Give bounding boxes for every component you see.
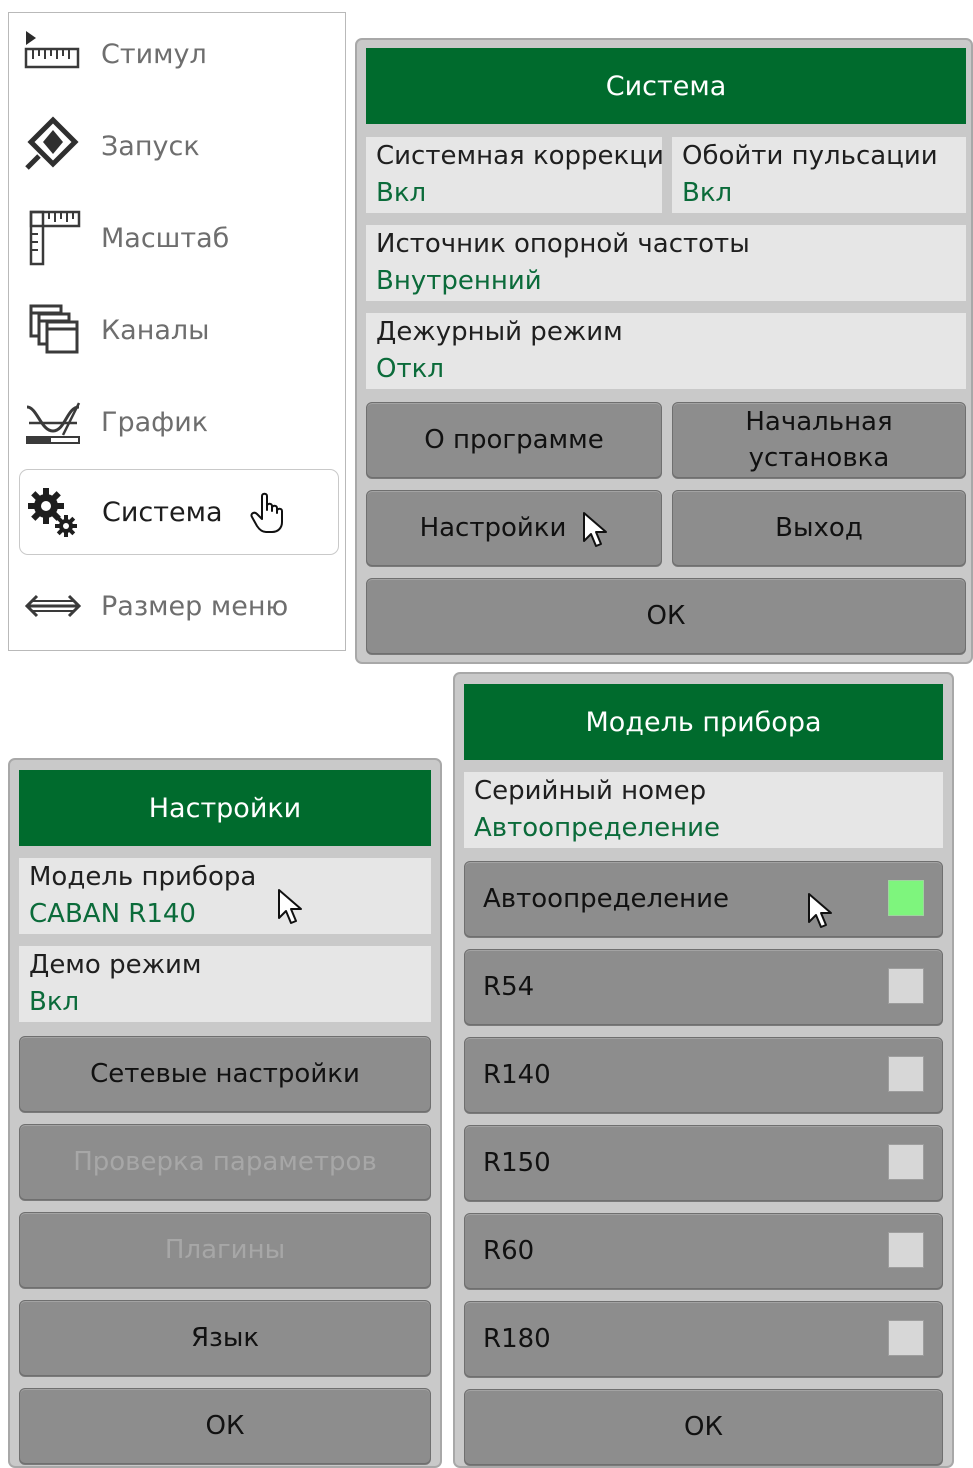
option-checkbox[interactable]: [888, 968, 924, 1004]
option-r54[interactable]: R54: [464, 949, 943, 1025]
field-value: Вкл: [29, 987, 80, 1017]
option-r180[interactable]: R180: [464, 1301, 943, 1377]
menu-item-trace[interactable]: График: [19, 379, 339, 465]
about-button[interactable]: О программе: [366, 402, 662, 478]
field-value: Вкл: [376, 178, 427, 208]
resize-arrows-icon: [21, 574, 85, 638]
menu-label: Стимул: [101, 38, 207, 70]
panel-title: Модель прибора: [464, 684, 943, 760]
field-title: Системная коррекци: [376, 141, 662, 171]
bypass-ripple-field[interactable]: Обойти пульсации Вкл: [672, 137, 966, 213]
plugins-button[interactable]: Плагины: [19, 1212, 431, 1288]
preset-button[interactable]: Начальная установка: [672, 402, 966, 478]
ok-button[interactable]: ОК: [19, 1388, 431, 1464]
menu-label: Размер меню: [101, 590, 289, 622]
button-label-line1: Начальная: [745, 407, 893, 437]
serial-number-field[interactable]: Серийный номер Автоопределение: [464, 772, 943, 848]
language-button[interactable]: Язык: [19, 1300, 431, 1376]
option-checkbox[interactable]: [888, 1056, 924, 1092]
option-autodetect[interactable]: Автоопределение: [464, 861, 943, 937]
button-label: Проверка параметров: [73, 1147, 377, 1177]
gears-icon: [22, 480, 86, 544]
instrument-model-field[interactable]: Модель прибора CABAN R140: [19, 858, 431, 934]
menu-item-menu-size[interactable]: Размер меню: [19, 563, 339, 649]
option-checkbox[interactable]: [888, 880, 924, 916]
field-title: Демо режим: [29, 950, 202, 980]
option-checkbox[interactable]: [888, 1144, 924, 1180]
exit-button[interactable]: Выход: [672, 490, 966, 566]
settings-panel: Настройки Модель прибора CABAN R140 Демо…: [8, 758, 442, 1468]
field-title: Обойти пульсации: [682, 141, 938, 171]
settings-button[interactable]: Настройки: [366, 490, 662, 566]
menu-label: Каналы: [101, 314, 210, 346]
option-checkbox[interactable]: [888, 1320, 924, 1356]
button-label-line2: установка: [748, 443, 890, 473]
field-value: Вкл: [682, 178, 733, 208]
demo-mode-field[interactable]: Демо режим Вкл: [19, 946, 431, 1022]
option-label: R140: [483, 1060, 551, 1090]
option-label: R60: [483, 1236, 535, 1266]
field-title: Серийный номер: [474, 776, 707, 806]
ok-button[interactable]: ОК: [366, 578, 966, 654]
button-label: Выход: [775, 513, 863, 543]
menu-item-channels[interactable]: Каналы: [19, 287, 339, 373]
button-label: ОК: [646, 601, 686, 631]
menu-label: График: [101, 406, 209, 438]
trigger-diamond-icon: [21, 114, 85, 178]
system-correction-field[interactable]: Системная коррекци Вкл: [366, 137, 662, 213]
hand-pointer-icon: [250, 492, 286, 538]
button-label: О программе: [424, 425, 604, 455]
button-label: Плагины: [164, 1235, 286, 1265]
field-value: Автоопределение: [474, 813, 721, 843]
button-label: Настройки: [419, 513, 567, 543]
field-value: Внутренний: [376, 266, 542, 296]
field-value: CABAN R140: [29, 899, 196, 929]
option-checkbox[interactable]: [888, 1232, 924, 1268]
panel-title: Настройки: [19, 770, 431, 846]
network-settings-button[interactable]: Сетевые настройки: [19, 1036, 431, 1112]
option-r140[interactable]: R140: [464, 1037, 943, 1113]
stimulus-ruler-icon: [21, 22, 85, 86]
option-r150[interactable]: R150: [464, 1125, 943, 1201]
button-label: Сетевые настройки: [90, 1059, 360, 1089]
field-title: Дежурный режим: [376, 317, 623, 347]
arrow-cursor-icon: [277, 888, 303, 930]
button-label: ОК: [684, 1412, 723, 1442]
menu-label: Система: [102, 496, 223, 528]
main-menu: Стимул Запуск Масштаб Каналы График Сист…: [8, 12, 346, 651]
field-value: Откл: [376, 354, 444, 384]
ok-button[interactable]: ОК: [464, 1389, 943, 1465]
option-label: R150: [483, 1148, 551, 1178]
arrow-cursor-icon: [582, 511, 608, 559]
system-panel: Система Системная коррекци Вкл Обойти пу…: [355, 38, 973, 664]
arrow-cursor-icon: [807, 892, 833, 940]
panel-title: Система: [366, 48, 966, 124]
ref-source-field[interactable]: Источник опорной частоты Внутренний: [366, 225, 966, 301]
button-label: ОК: [205, 1411, 245, 1441]
option-label: R180: [483, 1324, 551, 1354]
menu-item-stimulus[interactable]: Стимул: [19, 11, 339, 97]
instrument-model-panel: Модель прибора Серийный номер Автоопреде…: [453, 672, 954, 1468]
field-title: Источник опорной частоты: [376, 229, 750, 259]
option-label: Автоопределение: [483, 884, 730, 914]
scale-ruler-icon: [21, 206, 85, 270]
menu-label: Масштаб: [101, 222, 230, 254]
button-label: Язык: [190, 1323, 260, 1353]
menu-item-scale[interactable]: Масштаб: [19, 195, 339, 281]
field-title: Модель прибора: [29, 862, 257, 892]
check-params-button[interactable]: Проверка параметров: [19, 1124, 431, 1200]
option-label: R54: [483, 972, 535, 1002]
standby-field[interactable]: Дежурный режим Откл: [366, 313, 966, 389]
menu-label: Запуск: [101, 130, 200, 162]
menu-item-system[interactable]: Система: [19, 469, 339, 555]
option-r60[interactable]: R60: [464, 1213, 943, 1289]
menu-item-trigger[interactable]: Запуск: [19, 103, 339, 189]
trace-wave-icon: [21, 390, 85, 454]
channels-windows-icon: [21, 298, 85, 362]
